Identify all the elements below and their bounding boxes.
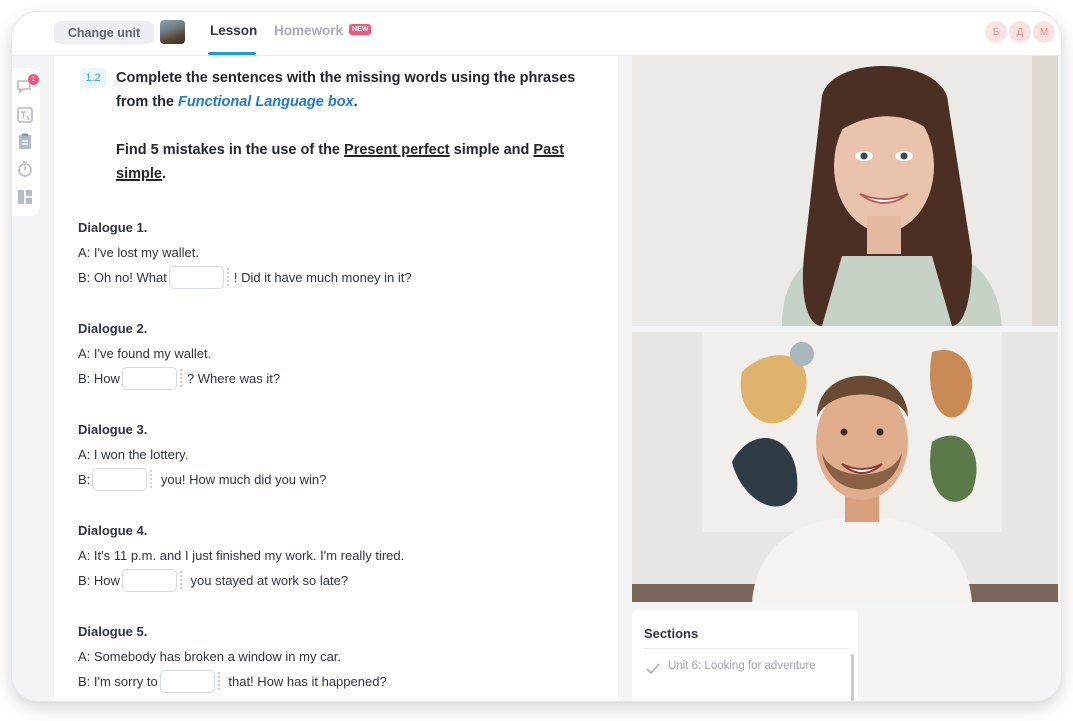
dialogue-line-b: B: How you stayed at work so late? [78, 568, 608, 593]
line-b-suffix: that! How has it happened? [224, 674, 387, 689]
change-unit-button[interactable]: Change unit [54, 21, 154, 44]
sections-title: Sections [644, 626, 699, 641]
clipboard-icon[interactable] [16, 132, 34, 150]
active-tab-indicator [208, 52, 256, 55]
instruction-end: . [353, 94, 358, 110]
avatar[interactable]: Б [985, 21, 1007, 43]
dialogue-line-a: A: I've found my wallet. [78, 346, 212, 361]
avatar[interactable]: М [1033, 21, 1055, 43]
video-feed-teacher[interactable] [632, 56, 1058, 326]
present-perfect-term: Present perfect [344, 142, 450, 158]
layout-icon[interactable] [16, 188, 34, 206]
avatar[interactable]: Д [1009, 21, 1031, 43]
drag-handle[interactable] [178, 570, 183, 591]
tool-rail: 1 [12, 68, 40, 216]
dialogue-title: Dialogue 4. [78, 523, 148, 538]
mistakes-text: Find 5 mistakes in the use of the [116, 142, 345, 158]
line-b-prefix: B: How [78, 573, 120, 588]
line-b-suffix: you stayed at work so late? [186, 573, 349, 588]
task-number: 1.2 [80, 68, 106, 88]
dialogue-line-a: A: I won the lottery. [78, 447, 189, 462]
app-window: Change unit Lesson Homework NEW Б Д М 1 [12, 12, 1061, 701]
dialogue-title: Dialogue 2. [78, 321, 148, 336]
chat-icon[interactable]: 1 [16, 74, 39, 96]
line-b-prefix: B: How [78, 371, 120, 386]
answer-gap-input[interactable] [168, 266, 224, 289]
dialogue-line-a: A: I've lost my wallet. [78, 245, 199, 260]
dialogue-block: Dialogue 5. A: Somebody has broken a win… [78, 620, 608, 694]
dialogue-block: Dialogue 1. A: I've lost my wallet. B: O… [78, 216, 608, 290]
tab-lesson[interactable]: Lesson [210, 23, 257, 38]
sections-panel: Sections Unit 6: Looking for adventure [632, 610, 858, 701]
mistakes-text-2: simple and [449, 142, 534, 158]
dialogue-line-b: B: I'm sorry to that! How has it happene… [78, 669, 608, 694]
dialogue-line-a: A: Somebody has broken a window in my ca… [78, 649, 342, 664]
line-b-prefix: B: [78, 472, 91, 487]
drag-handle[interactable] [178, 368, 183, 389]
line-b-prefix: B: I'm sorry to [78, 674, 158, 689]
dialogue-block: Dialogue 2. A: I've found my wallet. B: … [78, 317, 608, 391]
dialogue-line-b: B: you! How much did you win? [78, 467, 608, 492]
answer-gap-input[interactable] [92, 468, 148, 491]
dialogue-line-b: B: How ? Where was it? [78, 366, 608, 391]
participant-avatars: Б Д М [985, 21, 1055, 43]
tab-homework[interactable]: Homework [274, 23, 343, 38]
drag-handle[interactable] [216, 671, 221, 692]
translate-icon[interactable] [16, 106, 34, 124]
participant-video-image [632, 56, 1058, 326]
line-b-suffix: ? Where was it? [186, 371, 281, 386]
section-item-unit-6[interactable]: Unit 6: Looking for adventure [668, 660, 818, 672]
scrollbar[interactable] [851, 654, 854, 701]
mistakes-end: . [161, 166, 166, 182]
line-b-suffix: you! How much did you win? [157, 472, 327, 487]
answer-gap-input[interactable] [121, 367, 177, 390]
top-bar: Change unit Lesson Homework NEW Б Д М [12, 12, 1061, 56]
answer-gap-input[interactable] [159, 670, 215, 693]
dialogue-block: Dialogue 3. A: I won the lottery. B: you… [78, 418, 608, 492]
line-b-prefix: B: Oh no! What [78, 270, 167, 285]
unit-thumbnail[interactable] [160, 20, 185, 44]
answer-gap-input[interactable] [121, 569, 177, 592]
dialogue-block: Dialogue 4. A: It's 11 p.m. and I just f… [78, 519, 608, 593]
divider [644, 648, 850, 649]
line-b-suffix: ! Did it have much money in it? [233, 270, 412, 285]
check-icon [646, 662, 660, 680]
dialogue-title: Dialogue 3. [78, 422, 148, 437]
notification-badge: 1 [28, 74, 39, 85]
lesson-panel: 1.2 Complete the sentences with the miss… [54, 56, 618, 701]
functional-language-link[interactable]: Functional Language box [178, 94, 354, 110]
drag-handle[interactable] [149, 469, 154, 490]
task-instructions: Complete the sentences with the missing … [116, 66, 606, 210]
dialogue-title: Dialogue 1. [78, 220, 148, 235]
dialogue-line-b: B: Oh no! What ! Did it have much money … [78, 265, 608, 290]
dialogue-line-a: A: It's 11 p.m. and I just finished my w… [78, 548, 405, 563]
participant-video-image [632, 332, 1058, 602]
drag-handle[interactable] [225, 267, 230, 288]
video-feed-student[interactable] [632, 332, 1058, 602]
timer-icon[interactable] [16, 160, 34, 178]
new-badge: NEW [349, 24, 372, 35]
dialogue-title: Dialogue 5. [78, 624, 148, 639]
